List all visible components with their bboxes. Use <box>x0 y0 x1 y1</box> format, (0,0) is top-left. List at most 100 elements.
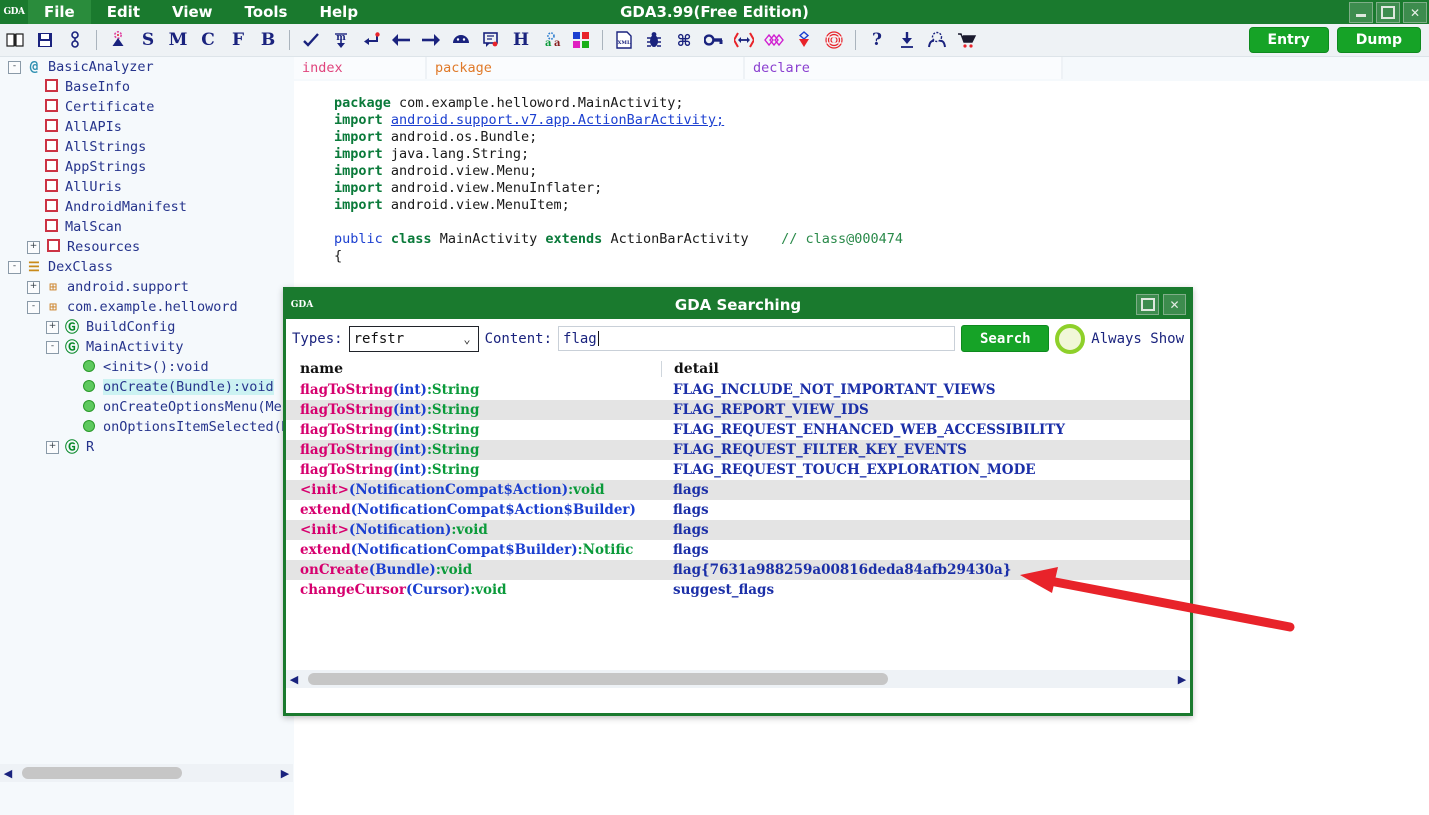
string-search-icon[interactable]: S <box>133 25 163 55</box>
signature-icon[interactable] <box>789 25 819 55</box>
expand-toggle-icon[interactable]: + <box>27 240 40 254</box>
column-header-detail[interactable]: detail <box>661 361 1181 377</box>
entry-button[interactable]: Entry <box>1248 27 1329 53</box>
cart-icon[interactable] <box>952 25 982 55</box>
table-row[interactable]: flagToString(int):String FLAG_REQUEST_ENH… <box>286 420 1190 440</box>
results-scroll-left-arrow[interactable]: ◀ <box>286 673 302 686</box>
menu-file[interactable]: File <box>28 0 91 24</box>
table-row[interactable]: extend(NotificationCompat$Action$Builder… <box>286 500 1190 520</box>
help-icon[interactable]: ? <box>862 25 892 55</box>
compare-icon[interactable] <box>729 25 759 55</box>
fingerprint-icon[interactable] <box>819 25 849 55</box>
results-scroll-thumb[interactable] <box>308 673 888 685</box>
scroll-right-arrow[interactable]: ▶ <box>277 767 293 780</box>
palette-icon[interactable] <box>566 25 596 55</box>
dump-button[interactable]: Dump <box>1336 27 1421 53</box>
book-icon[interactable] <box>0 25 30 55</box>
table-row[interactable]: flagToString(int):String FLAG_REPORT_VIEW… <box>286 400 1190 420</box>
minimize-button[interactable] <box>1349 2 1373 23</box>
key-icon[interactable] <box>699 25 729 55</box>
tree-item-androidmanifest[interactable]: AndroidManifest <box>0 197 293 217</box>
command-icon[interactable]: ⌘ <box>669 25 699 55</box>
save-icon[interactable] <box>30 25 60 55</box>
tree-item-com-example-helloword[interactable]: - ⊞ com.example.helloword <box>0 297 293 317</box>
tree-item-oncreateoptionsmenu-menu-boolean[interactable]: onCreateOptionsMenu(Menu):boolean <box>0 397 293 417</box>
dialog-maximize-button[interactable] <box>1136 294 1159 315</box>
tree-item-mainactivity[interactable]: - Ⓖ MainActivity <box>0 337 293 357</box>
types-select[interactable]: refstr ⌄ <box>348 325 479 352</box>
tree-item-buildconfig[interactable]: + Ⓖ BuildConfig <box>0 317 293 337</box>
results-scroll-right-arrow[interactable]: ▶ <box>1174 673 1190 686</box>
hex-icon[interactable]: H <box>506 25 536 55</box>
download-icon[interactable] <box>892 25 922 55</box>
search-results-table[interactable]: name detail flagToString(int):String FLAG… <box>286 358 1190 674</box>
tree-item-android-support[interactable]: + ⊞ android.support <box>0 277 293 297</box>
tree-item-allstrings[interactable]: AllStrings <box>0 137 293 157</box>
menu-help[interactable]: Help <box>303 0 374 24</box>
menu-view[interactable]: View <box>156 0 229 24</box>
maximize-button[interactable] <box>1376 2 1400 23</box>
expand-toggle-icon[interactable]: + <box>27 280 40 294</box>
table-row[interactable]: extend(NotificationCompat$Builder):Notif… <box>286 540 1190 560</box>
results-horizontal-scrollbar[interactable]: ◀ ▶ <box>286 670 1190 688</box>
back-arrow-icon[interactable] <box>386 25 416 55</box>
link-icon[interactable] <box>60 25 90 55</box>
collapse-toggle-icon[interactable]: - <box>8 60 21 74</box>
collapse-toggle-icon[interactable]: - <box>8 260 21 274</box>
tree-item-alluris[interactable]: AllUris <box>0 177 293 197</box>
rename-icon[interactable]: aa <box>536 25 566 55</box>
collapse-toggle-icon[interactable]: - <box>46 340 59 354</box>
search-button[interactable]: Search <box>961 325 1050 352</box>
network-icon[interactable] <box>759 25 789 55</box>
bytecode-icon[interactable]: B <box>253 25 283 55</box>
table-row[interactable]: onCreate(Bundle):void flag{7631a988259a00… <box>286 560 1190 580</box>
column-header-name[interactable]: name <box>286 361 661 377</box>
tab-declare[interactable]: declare <box>745 57 1063 79</box>
tree-item-appstrings[interactable]: AppStrings <box>0 157 293 177</box>
menu-edit[interactable]: Edit <box>91 0 156 24</box>
always-show-toggle[interactable] <box>1055 323 1086 354</box>
scroll-thumb[interactable] <box>22 767 182 779</box>
collapse-toggle-icon[interactable]: - <box>27 300 40 314</box>
xml-icon[interactable]: XML <box>609 25 639 55</box>
content-input[interactable]: flag <box>558 326 956 351</box>
expand-toggle-icon[interactable]: + <box>46 440 59 454</box>
emulator-icon[interactable] <box>922 25 952 55</box>
close-button[interactable]: ✕ <box>1403 2 1427 23</box>
tree-item-onoptionsitemselected-menuitem-boolean[interactable]: onOptionsItemSelected(MenuItem):boolean <box>0 417 293 437</box>
tree-item-resources[interactable]: + Resources <box>0 237 293 257</box>
tree-item-baseinfo[interactable]: BaseInfo <box>0 77 293 97</box>
table-row[interactable]: flagToString(int):String FLAG_INCLUDE_NOT… <box>286 380 1190 400</box>
forward-arrow-icon[interactable] <box>416 25 446 55</box>
table-row[interactable]: <init>(Notification):void flags <box>286 520 1190 540</box>
tree-item-dexclass[interactable]: - ☰ DexClass <box>0 257 293 277</box>
android-icon[interactable] <box>446 25 476 55</box>
class-search-icon[interactable]: C <box>193 25 223 55</box>
table-row[interactable]: <init>(NotificationCompat$Action):void fl… <box>286 480 1190 500</box>
comment-icon[interactable] <box>476 25 506 55</box>
tree-item-oncreate-bundle-void[interactable]: onCreate(Bundle):void <box>0 377 293 397</box>
tree-item--init-void[interactable]: <init>():void <box>0 357 293 377</box>
tree-item-basicanalyzer[interactable]: - @ BasicAnalyzer <box>0 57 293 77</box>
method-search-icon[interactable]: M <box>163 25 193 55</box>
dialog-close-button[interactable]: ✕ <box>1163 294 1186 315</box>
scroll-left-arrow[interactable]: ◀ <box>0 767 16 780</box>
tree-item-malscan[interactable]: MalScan <box>0 217 293 237</box>
antenna-icon[interactable] <box>103 25 133 55</box>
tab-package[interactable]: package <box>427 57 745 79</box>
tree-horizontal-scrollbar[interactable]: ◀ ▶ <box>0 764 293 782</box>
tab-index[interactable]: index <box>294 57 427 79</box>
check-mark-icon[interactable] <box>296 25 326 55</box>
jump-down-icon[interactable]: m <box>326 25 356 55</box>
menu-tools[interactable]: Tools <box>229 0 304 24</box>
table-row[interactable]: flagToString(int):String FLAG_REQUEST_TOU… <box>286 460 1190 480</box>
results-scroll-track[interactable] <box>302 673 1174 685</box>
field-search-icon[interactable]: F <box>223 25 253 55</box>
scroll-track[interactable] <box>16 767 277 779</box>
project-tree-panel[interactable]: - @ BasicAnalyzer BaseInfo Certificate AllAPI… <box>0 57 293 757</box>
tree-item-certificate[interactable]: Certificate <box>0 97 293 117</box>
bug-icon[interactable] <box>639 25 669 55</box>
return-icon[interactable] <box>356 25 386 55</box>
table-row[interactable]: flagToString(int):String FLAG_REQUEST_FIL… <box>286 440 1190 460</box>
tree-item-allapis[interactable]: AllAPIs <box>0 117 293 137</box>
